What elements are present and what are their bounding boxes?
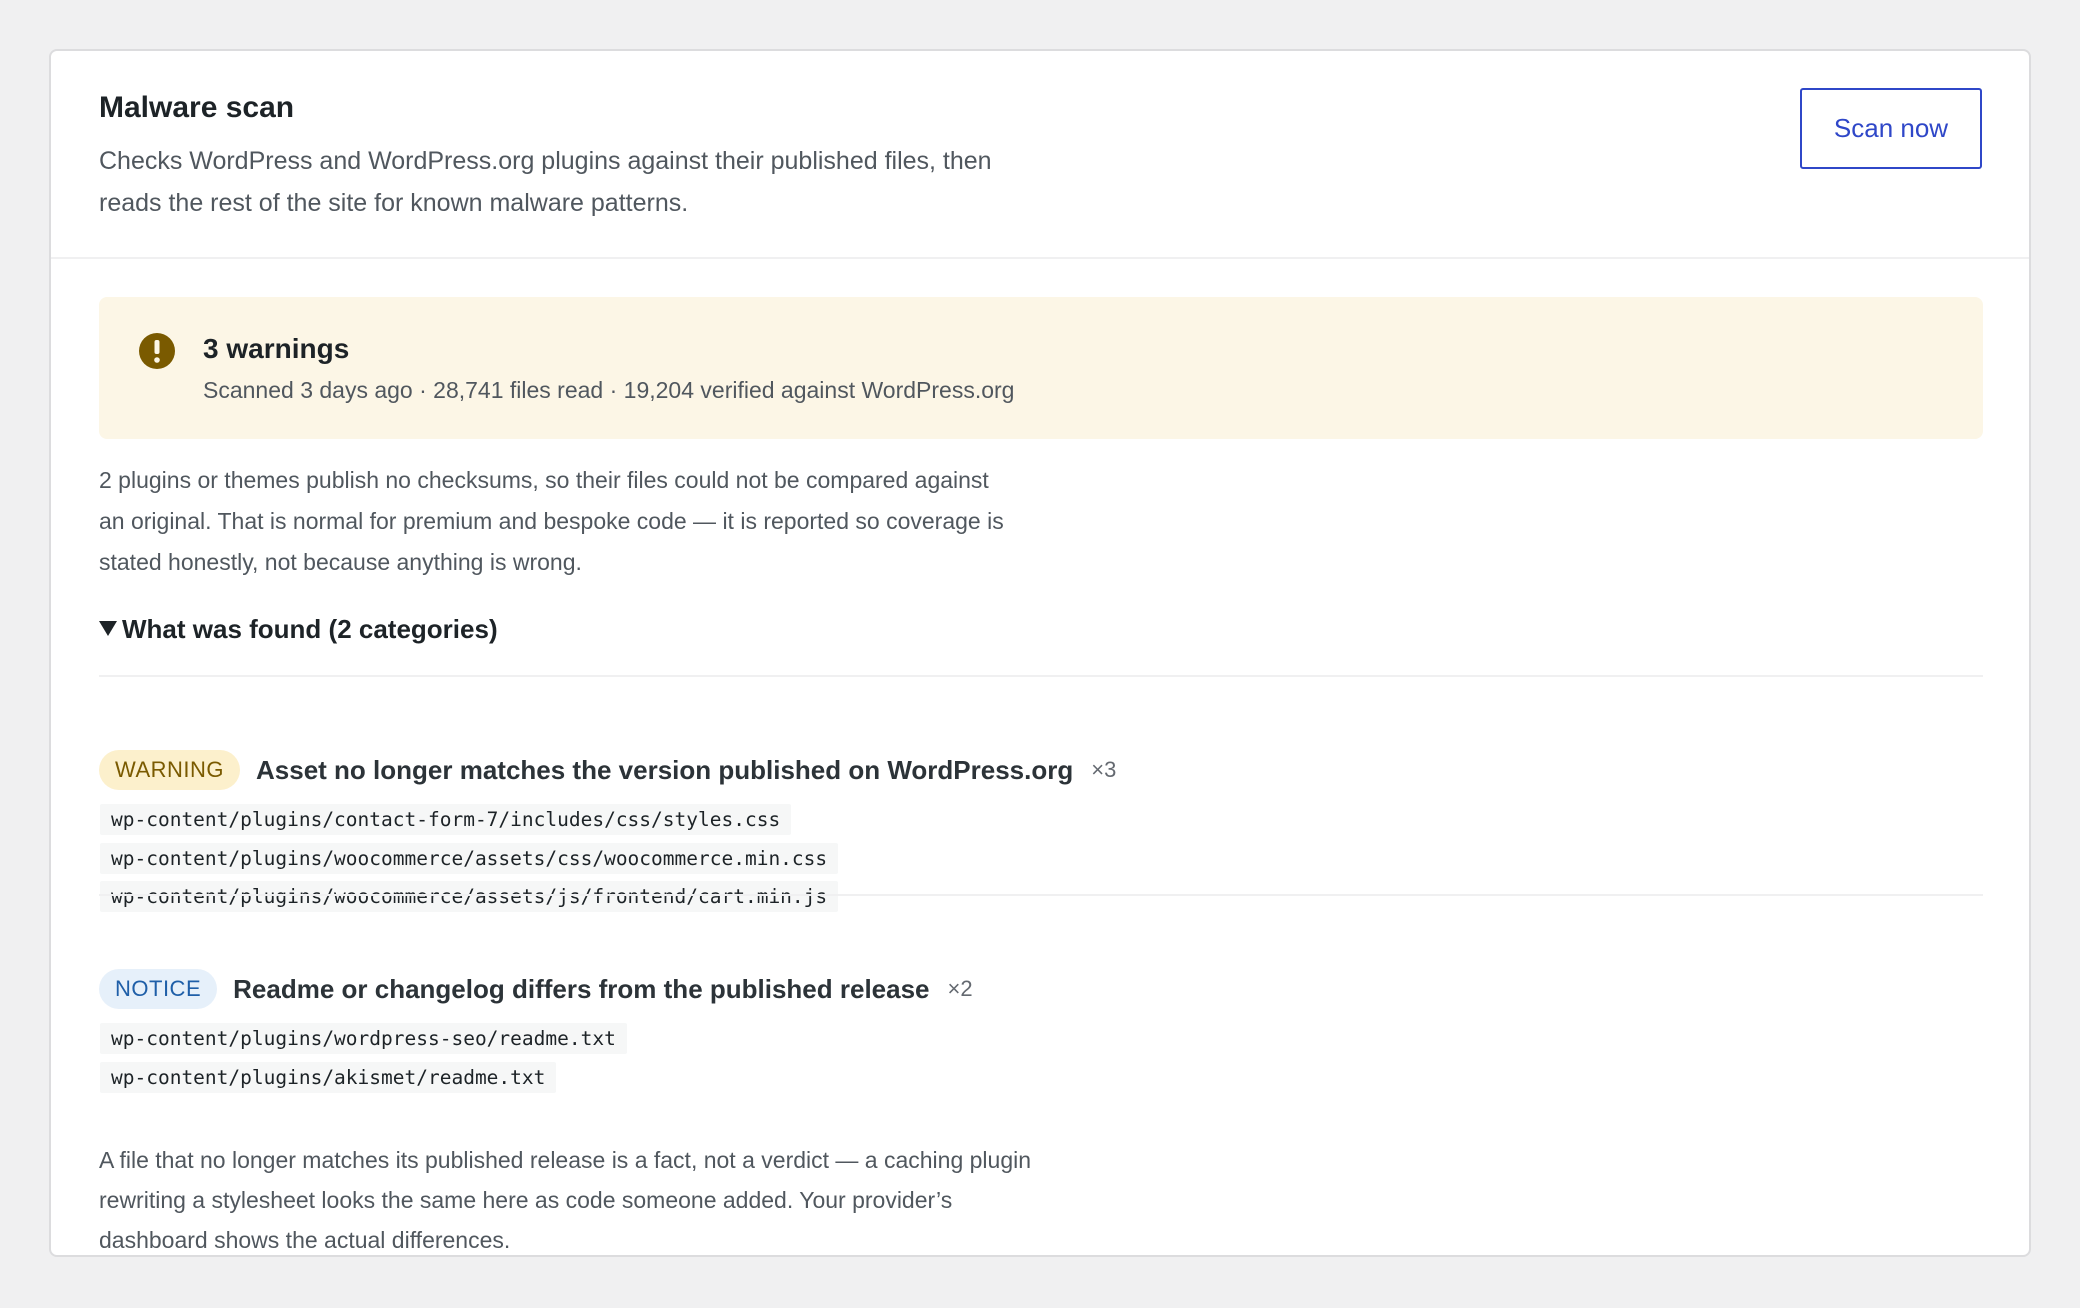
finding-header-notice: NOTICE Readme or changelog differs from … [99,968,973,1010]
finding-header-warning: WARNING Asset no longer matches the vers… [99,749,1116,791]
footer-note: A file that no longer matches its publis… [99,1147,1032,1253]
scan-status-alert: 3 warnings Scanned 3 days ago · 28,741 f… [99,297,1983,439]
status-summary: Scanned 3 days ago · 28,741 files read ·… [203,377,1015,403]
panel-title: Malware scan [99,91,295,124]
file-path: wp-content/plugins/wordpress-seo/readme.… [100,1023,627,1054]
file-path: wp-content/plugins/contact-form-7/includ… [100,804,792,835]
severity-badge-warning: WARNING [99,750,241,790]
divider [99,675,1983,677]
file-path: wp-content/plugins/woocommerce/assets/cs… [100,843,839,874]
scan-now-button[interactable]: Scan now [1800,88,1982,169]
coverage-note: 2 plugins or themes publish no checksums… [99,467,1004,575]
triangle-down-icon [99,621,117,636]
divider [99,894,1983,896]
file-path: wp-content/plugins/akismet/readme.txt [100,1062,557,1093]
finding-count: ×2 [947,976,973,1001]
status-title: 3 warnings [203,333,350,364]
file-path: wp-content/plugins/woocommerce/assets/js… [100,881,839,912]
malware-scan-card: Malware scan Checks WordPress and WordPr… [49,49,2031,1257]
exclamation-circle-icon [139,333,175,369]
severity-badge-notice: NOTICE [99,969,218,1009]
panel-description: Checks WordPress and WordPress.org plugi… [99,147,992,217]
card-header: Malware scan Checks WordPress and WordPr… [51,51,2029,259]
findings-summary-label: What was found (2 categories) [122,614,498,644]
finding-count: ×3 [1091,757,1117,782]
findings-toggle[interactable]: What was found (2 categories) [99,614,498,645]
finding-title: Asset no longer matches the version publ… [256,754,1074,785]
finding-title: Readme or changelog differs from the pub… [233,973,930,1004]
